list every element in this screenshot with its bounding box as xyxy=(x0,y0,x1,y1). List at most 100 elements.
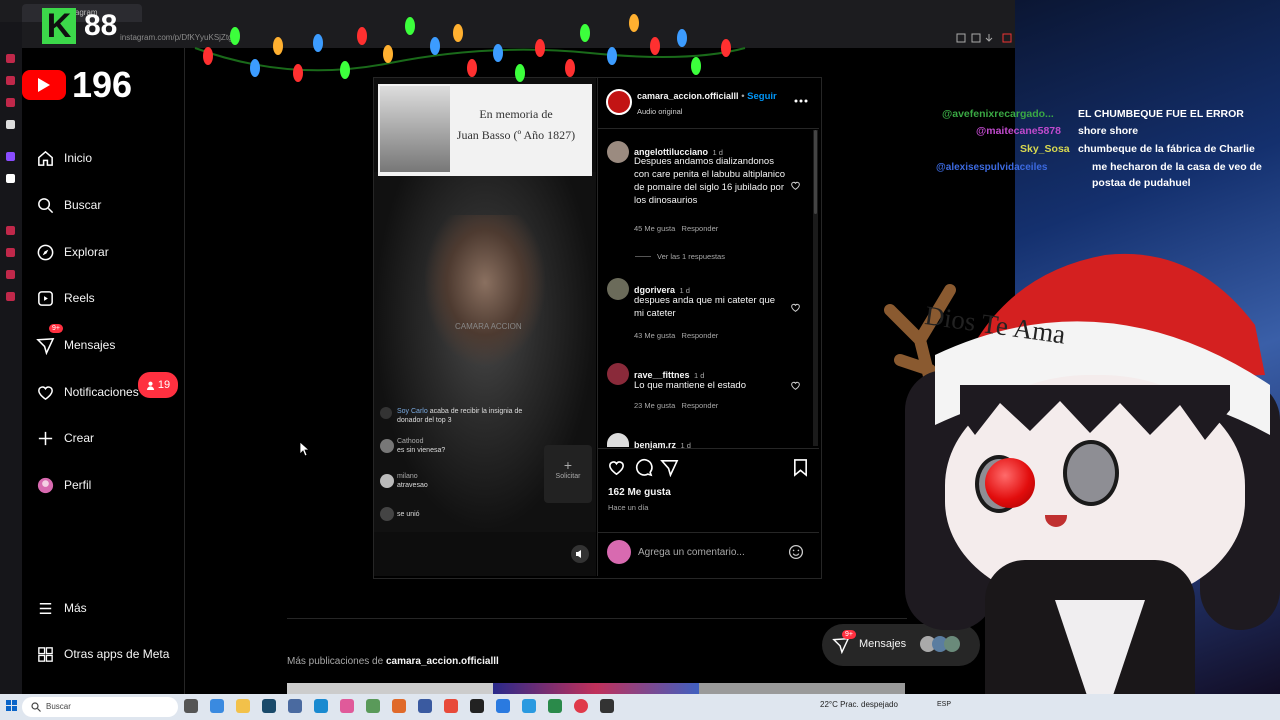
nav-item-reels[interactable]: Reels xyxy=(36,285,95,311)
browser-actions-icons[interactable] xyxy=(955,32,1015,44)
app-icon[interactable] xyxy=(496,699,510,713)
task-view-icon[interactable] xyxy=(184,699,198,713)
messenger-icon xyxy=(36,337,55,355)
nav-label: Otras apps de Meta xyxy=(64,647,170,661)
notifications-count: 19 xyxy=(157,379,171,391)
rail-icon[interactable] xyxy=(6,226,15,235)
stream-chat: @avefenixrecargado... EL CHUMBEQUE FUE E… xyxy=(910,95,1280,195)
opera-icon[interactable] xyxy=(574,699,588,713)
rail-icon[interactable] xyxy=(6,152,15,161)
reply-button[interactable]: Responder xyxy=(682,331,719,340)
like-heart-icon[interactable] xyxy=(607,458,626,477)
live-comment: Soy Carlo acaba de recibir la insignia d… xyxy=(397,408,523,424)
chat-user: @avefenixrecargado... xyxy=(942,108,1054,120)
app-icon[interactable] xyxy=(366,699,380,713)
nav-label: Explorar xyxy=(64,245,109,259)
nav-label: Buscar xyxy=(64,198,102,212)
nav-item-search[interactable]: Buscar xyxy=(36,192,101,218)
reply-button[interactable]: Responder xyxy=(682,401,719,410)
comment-icon[interactable] xyxy=(634,458,653,477)
rail-icon[interactable] xyxy=(6,174,15,183)
play-icon xyxy=(38,78,50,92)
comment-like-heart-icon[interactable] xyxy=(790,302,801,313)
k88-counter: K 88 xyxy=(42,8,117,44)
post-thumbnail[interactable] xyxy=(287,683,493,694)
chat-message: shore shore xyxy=(1078,125,1139,137)
save-bookmark-icon[interactable] xyxy=(792,458,809,477)
messages-badge: 9+ xyxy=(49,324,63,333)
view-replies-button[interactable]: Ver las 1 respuestas xyxy=(657,252,725,261)
language-indicator[interactable]: ESP xyxy=(937,701,951,708)
edge-icon[interactable] xyxy=(314,699,328,713)
app-icon[interactable] xyxy=(548,699,562,713)
comment-avatar[interactable] xyxy=(607,141,629,163)
speaker-icon xyxy=(576,550,581,558)
app-icon[interactable] xyxy=(600,699,614,713)
emoji-icon[interactable] xyxy=(788,544,804,560)
rail-icon[interactable] xyxy=(6,248,15,257)
comment-input[interactable]: Agrega un comentario... xyxy=(638,547,745,558)
rail-icon[interactable] xyxy=(6,54,15,63)
comment-like-heart-icon[interactable] xyxy=(790,180,801,191)
floating-messages-button[interactable]: 9+ Mensajes xyxy=(822,624,980,666)
weather-widget[interactable]: 22°C Prac. despejado xyxy=(820,700,898,709)
current-user-avatar xyxy=(607,540,631,564)
home-icon xyxy=(38,150,53,166)
comment-like-heart-icon[interactable] xyxy=(790,380,801,391)
app-icon[interactable] xyxy=(262,699,276,713)
more-options-icon[interactable] xyxy=(794,98,808,104)
memorial-line-1: En memoria de xyxy=(479,107,553,121)
app-icon[interactable] xyxy=(288,699,302,713)
rail-icon[interactable] xyxy=(6,270,15,279)
app-icon[interactable] xyxy=(522,699,536,713)
like-count[interactable]: 162 Me gusta xyxy=(608,487,671,498)
rail-icon[interactable] xyxy=(6,120,15,129)
live-comment: Cathood es sin vienesa? xyxy=(397,438,446,454)
post-time: Hace un día xyxy=(608,503,649,512)
file-explorer-icon[interactable] xyxy=(236,699,250,713)
taskbar-search[interactable]: Buscar xyxy=(22,697,178,717)
app-icon[interactable] xyxy=(418,699,432,713)
plus-icon: + xyxy=(563,457,573,473)
follow-button[interactable]: Seguir xyxy=(747,91,777,102)
more-posts-author[interactable]: camara_accion.officialll xyxy=(386,656,499,667)
nav-item-explore[interactable]: Explorar xyxy=(36,239,109,265)
replies-line xyxy=(635,256,651,257)
app-icon[interactable] xyxy=(340,699,354,713)
nav-item-meta-apps[interactable]: Otras apps de Meta xyxy=(36,641,169,667)
firefox-icon[interactable] xyxy=(392,699,406,713)
nav-item-messages[interactable]: 9+ Mensajes xyxy=(36,324,115,358)
share-icon[interactable] xyxy=(660,458,679,477)
rail-icon[interactable] xyxy=(6,292,15,301)
audio-label[interactable]: Audio original xyxy=(637,107,682,116)
search-icon xyxy=(38,197,54,213)
nav-item-profile[interactable]: Perfil xyxy=(36,472,91,498)
post-thumbnail[interactable] xyxy=(699,683,905,694)
nav-item-notifications[interactable]: Notificaciones xyxy=(36,379,139,405)
copilot-icon[interactable] xyxy=(210,699,224,713)
nav-label: Perfil xyxy=(64,478,92,492)
comment-text: despues anda que mi cateter que mi catet… xyxy=(634,295,776,319)
nav-item-home[interactable]: Inicio xyxy=(36,145,92,171)
kick-logo: K xyxy=(42,8,76,44)
rail-icon[interactable] xyxy=(6,76,15,85)
request-join-button[interactable]: + Solicitar xyxy=(544,445,592,503)
request-label: Solicitar xyxy=(555,473,581,480)
notifications-count-pill[interactable]: 19 xyxy=(138,372,178,398)
mute-toggle-button[interactable] xyxy=(571,545,589,563)
obs-icon[interactable] xyxy=(470,699,484,713)
nav-item-create[interactable]: Crear xyxy=(36,425,94,451)
comment-meta: 23 Me gusta Responder xyxy=(634,401,719,410)
windows-start-icon[interactable] xyxy=(6,700,18,712)
post-thumbnail[interactable] xyxy=(493,683,699,694)
nav-item-more[interactable]: Más xyxy=(36,595,87,621)
comment-avatar[interactable] xyxy=(607,363,629,385)
chrome-icon[interactable] xyxy=(444,699,458,713)
live-comment: milano atravesao xyxy=(397,473,428,489)
memorial-line-2: Juan Basso (º Año 1827) xyxy=(456,128,576,142)
nav-label: Inicio xyxy=(64,151,93,165)
comment-avatar[interactable] xyxy=(607,278,629,300)
rail-icon[interactable] xyxy=(6,98,15,107)
reply-button[interactable]: Responder xyxy=(682,224,719,233)
comments-scroll-thumb[interactable] xyxy=(814,130,817,214)
